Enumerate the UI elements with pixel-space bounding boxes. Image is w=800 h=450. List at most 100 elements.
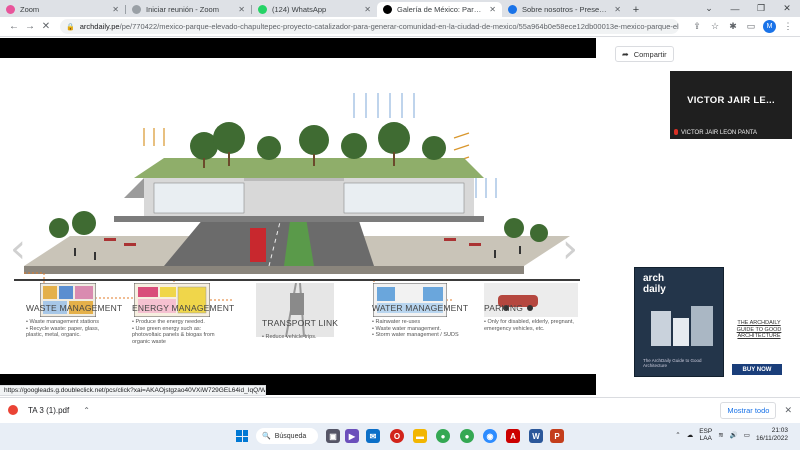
system-tray: ⌃ ☁ ESP LAA ≋ 🔊 ▭ 21:03 16/11/2022: [675, 427, 788, 443]
share-arrow-icon: ➦: [622, 49, 629, 59]
section-energy-management: ENERGY MANAGEMENT Produce the energy nee…: [132, 303, 234, 345]
section-water-management: WATER MANAGEMENT Rainwater re-uses Waste…: [372, 303, 468, 339]
chrome-icon[interactable]: ●: [436, 429, 450, 443]
participant-name-large: VICTOR JAIR LE...: [687, 95, 775, 106]
section-title: PARKING: [484, 303, 524, 313]
gallery-top-bar: [0, 38, 596, 58]
opera-icon[interactable]: O: [390, 429, 404, 443]
section-title: ENERGY MANAGEMENT: [132, 303, 235, 313]
downloads-bar: TA 3 (1).pdf ⌃ Mostrar todo ✕: [0, 397, 800, 422]
chrome-profile-icon[interactable]: ●: [460, 429, 474, 443]
section-waste-management: WASTE MANAGEMENT Waste management statio…: [26, 303, 122, 339]
tab-strip: Zoom ✕ Iniciar reunión - Zoom ✕ (124) Wh…: [0, 0, 800, 17]
link-status-url: https://googleads.g.doubleclick.net/pcs/…: [0, 385, 266, 396]
tab-presentation[interactable]: Sobre nosotros - Presentación ✕: [502, 2, 627, 17]
book-title-daily: daily: [643, 284, 666, 295]
muted-mic-icon: [674, 129, 678, 135]
url-input[interactable]: 🔒 archdaily.pe /pe/770422/mexico-parque-…: [60, 19, 679, 34]
globe-icon: [132, 5, 141, 14]
cloud-icon[interactable]: ☁: [687, 431, 694, 439]
web-page: WASTE MANAGEMENT Waste management statio…: [0, 38, 800, 395]
file-explorer-icon[interactable]: ▬: [413, 429, 427, 443]
lock-icon[interactable]: 🔒: [66, 23, 75, 31]
zoom-participant-video[interactable]: VICTOR JAIR LE... VICTOR JAIR LEON PANTA: [670, 71, 792, 139]
tab-zoom[interactable]: Zoom ✕: [0, 2, 125, 17]
pdf-file-icon: [8, 405, 18, 415]
book-advert-link[interactable]: THE ARCHDAILY GUIDE TO GOOD ARCHITECTURE: [728, 320, 790, 340]
volume-icon[interactable]: 🔊: [730, 431, 738, 439]
window-controls: ⌄ — ❐ ✕: [696, 0, 800, 17]
minimize-icon[interactable]: —: [722, 4, 748, 14]
tab-archdaily[interactable]: Galería de México: Parque Elevado ✕: [377, 2, 502, 17]
clock[interactable]: 21:03 16/11/2022: [756, 427, 788, 443]
word-icon[interactable]: W: [529, 429, 543, 443]
chevron-down-icon[interactable]: ⌄: [696, 3, 722, 14]
side-panel-icon[interactable]: ▭: [745, 21, 757, 32]
address-bar: ← → ✕ 🔒 archdaily.pe /pe/770422/mexico-p…: [0, 17, 800, 37]
tab-label: Galería de México: Parque Elevado: [397, 5, 486, 14]
close-icon[interactable]: ✕: [364, 5, 371, 14]
mail-icon[interactable]: ✉: [366, 429, 380, 443]
windows-start-icon[interactable]: [236, 430, 248, 442]
lang-bottom: LAA: [699, 435, 712, 442]
gallery-image[interactable]: WASTE MANAGEMENT Waste management statio…: [0, 58, 596, 374]
tab-label: Iniciar reunión - Zoom: [146, 5, 219, 14]
language-indicator[interactable]: ESP LAA: [699, 428, 712, 443]
close-icon[interactable]: ✕: [112, 5, 119, 14]
share-button[interactable]: ➦ Compartir: [615, 46, 674, 62]
back-icon[interactable]: ←: [6, 21, 22, 32]
list-item: Storm water management / SUDS: [372, 332, 468, 339]
share-label: Compartir: [633, 49, 667, 59]
tab-zoom-meeting[interactable]: Iniciar reunión - Zoom ✕: [126, 2, 251, 17]
maximize-icon[interactable]: ❐: [748, 3, 774, 14]
forward-icon[interactable]: →: [22, 21, 38, 32]
section-title: WASTE MANAGEMENT: [26, 303, 123, 313]
section-list: Produce the energy needed. Use green ene…: [132, 319, 234, 345]
powerpoint-icon[interactable]: P: [550, 429, 564, 443]
close-icon[interactable]: ✕: [238, 5, 245, 14]
menu-icon[interactable]: ⋮: [782, 21, 794, 32]
show-all-downloads-button[interactable]: Mostrar todo: [720, 401, 777, 419]
section-list: Only for disabled, elderly, pregnant, em…: [484, 319, 584, 332]
url-path: /pe/770422/mexico-parque-elevado-chapult…: [119, 22, 679, 31]
building-illustration: [651, 306, 713, 346]
battery-icon[interactable]: ▭: [744, 431, 750, 439]
new-tab-button[interactable]: +: [627, 2, 645, 17]
wifi-icon[interactable]: ≋: [718, 431, 723, 439]
chevron-up-icon[interactable]: ⌃: [83, 406, 90, 415]
download-item[interactable]: TA 3 (1).pdf ⌃: [8, 405, 90, 415]
task-view-icon[interactable]: ▣: [326, 429, 340, 443]
next-image-icon[interactable]: ›: [562, 226, 578, 272]
extensions-icon[interactable]: ✱: [727, 21, 739, 32]
profile-avatar[interactable]: M: [763, 20, 776, 33]
close-icon[interactable]: ✕: [784, 405, 792, 416]
toolbar-actions: ⇪ ☆ ✱ ▭ M ⋮: [685, 20, 794, 33]
section-title: TRANSPORT LINK: [262, 318, 339, 328]
participant-name-text: VICTOR JAIR LEON PANTA: [681, 130, 758, 136]
chevron-up-icon[interactable]: ⌃: [675, 431, 680, 439]
elevated-park-illustration: [14, 93, 580, 301]
teams-icon[interactable]: ▶: [345, 429, 359, 443]
section-transport-link: TRANSPORT LINK Reduce vehicle trips.: [262, 318, 338, 341]
taskbar-search[interactable]: 🔍 Búsqueda: [256, 428, 318, 444]
share-page-icon[interactable]: ⇪: [691, 21, 703, 32]
zoom-icon: [6, 5, 15, 14]
section-list: Reduce vehicle trips.: [262, 334, 338, 341]
tab-label: Zoom: [20, 5, 40, 14]
clock-time: 21:03: [771, 427, 788, 434]
bookmark-star-icon[interactable]: ☆: [709, 21, 721, 32]
acrobat-icon[interactable]: A: [506, 429, 520, 443]
stop-loading-icon[interactable]: ✕: [38, 21, 54, 32]
list-item: Recycle waste: paper, glass, plastic, me…: [26, 326, 108, 339]
close-icon[interactable]: ✕: [489, 5, 496, 14]
globe-icon: [508, 5, 517, 14]
book-advert-cover[interactable]: arch daily The ArchDaily Guide to Good A…: [634, 267, 724, 377]
tab-whatsapp[interactable]: (124) WhatsApp ✕: [252, 2, 377, 17]
previous-image-icon[interactable]: ‹: [10, 226, 26, 272]
list-item: Use green energy such as: photovoltaic p…: [132, 326, 224, 346]
close-icon[interactable]: ✕: [614, 5, 621, 14]
buy-now-button[interactable]: BUY NOW: [732, 364, 782, 375]
close-window-icon[interactable]: ✕: [774, 3, 800, 14]
whatsapp-icon: [258, 5, 267, 14]
zoom-app-icon[interactable]: ◉: [483, 429, 497, 443]
